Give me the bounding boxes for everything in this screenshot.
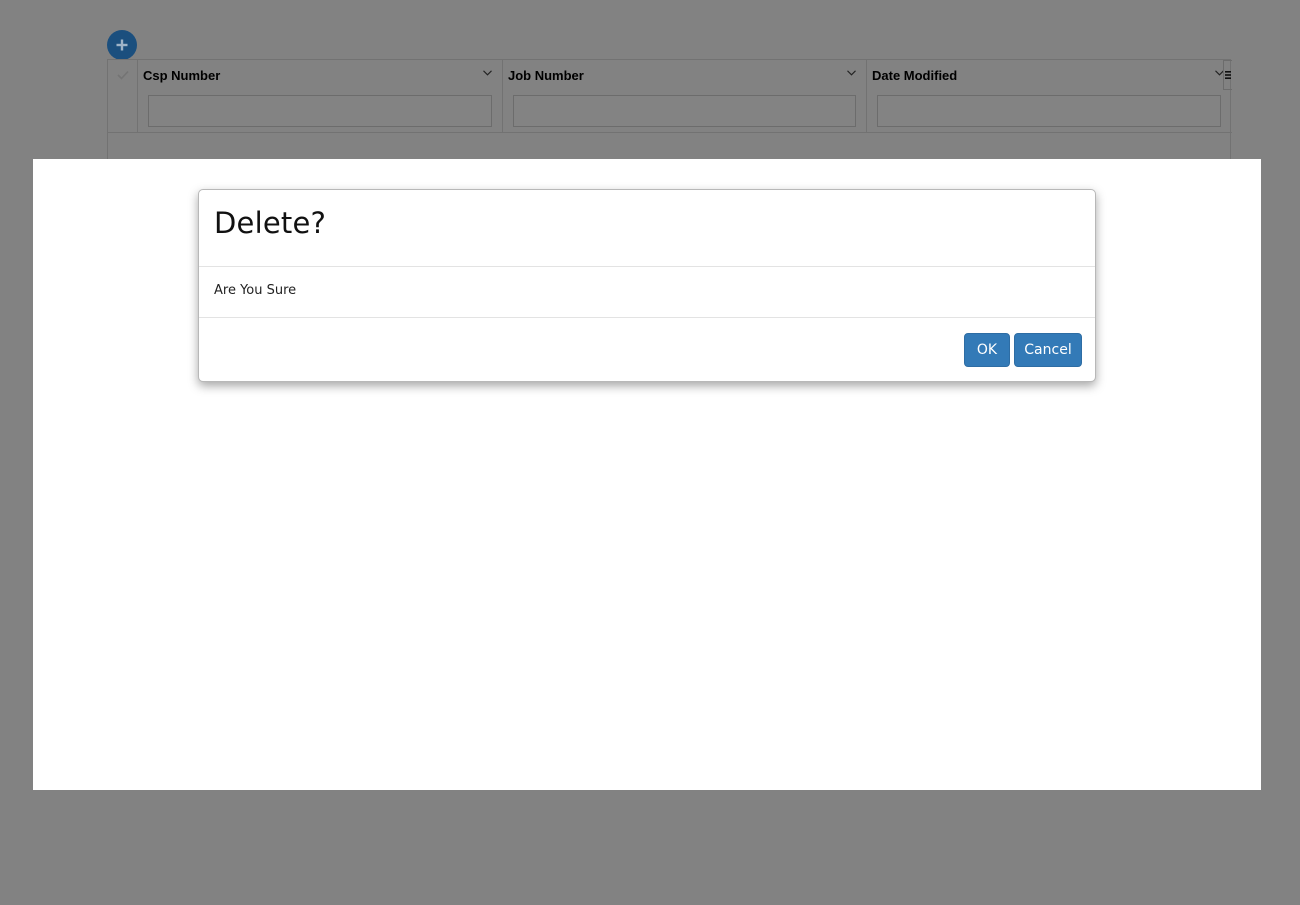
cancel-button[interactable]: Cancel: [1014, 333, 1082, 367]
footer-divider: [199, 317, 1095, 318]
chevron-down-icon[interactable]: [483, 70, 492, 76]
job-number-filter-input[interactable]: [513, 95, 856, 127]
column-title: Job Number: [508, 68, 584, 83]
column-date-modified[interactable]: Date Modified: [867, 60, 1224, 133]
chevron-down-icon[interactable]: [847, 70, 856, 76]
dialog-title: Delete?: [214, 206, 327, 240]
dialog-message: Are You Sure: [214, 283, 297, 298]
delete-confirm-dialog: Delete? Are You Sure OK Cancel: [198, 189, 1096, 382]
add-record-button[interactable]: [107, 30, 137, 60]
data-grid: Csp Number Job Number Date Modified: [107, 59, 1232, 169]
ok-button[interactable]: OK: [964, 333, 1010, 367]
column-menu-button[interactable]: [1223, 60, 1232, 90]
page: Csp Number Job Number Date Modified Dele…: [0, 0, 1300, 905]
plus-icon: [116, 39, 128, 51]
select-all-column[interactable]: [108, 60, 138, 133]
column-title: Csp Number: [143, 68, 221, 83]
column-csp-number[interactable]: Csp Number: [138, 60, 503, 133]
check-icon: [116, 70, 129, 80]
menu-icon: [1225, 71, 1231, 79]
date-modified-filter-input[interactable]: [877, 95, 1221, 127]
header-divider: [199, 266, 1095, 267]
column-job-number[interactable]: Job Number: [503, 60, 867, 133]
column-title: Date Modified: [872, 68, 958, 83]
csp-number-filter-input[interactable]: [148, 95, 492, 127]
grid-header: Csp Number Job Number Date Modified: [108, 60, 1232, 133]
